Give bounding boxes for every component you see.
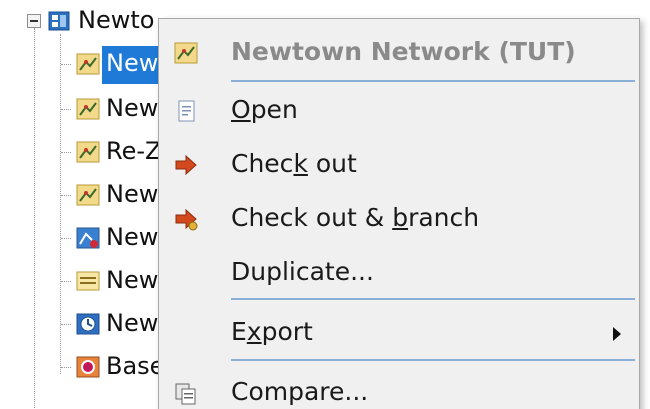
menu-header: Newtown Network (TUT): [159, 27, 639, 79]
tree-item-label: New: [106, 180, 159, 208]
menu-item-export[interactable]: Export: [159, 307, 639, 359]
tree-item-label: Base: [106, 352, 165, 380]
tree-connector: [34, 28, 35, 408]
tree-branch: [61, 238, 71, 239]
tree-branch: [61, 109, 71, 110]
screen: Newto New New Re-Z New New New New Base …: [0, 0, 650, 409]
tree-branch: [61, 367, 71, 368]
menu-item-label: Check out & branch: [231, 203, 480, 232]
context-menu: Newtown Network (TUT) Open Check out Che…: [158, 18, 640, 409]
collapse-toggle[interactable]: [27, 14, 41, 28]
menu-item-check-out[interactable]: Check out: [159, 139, 639, 191]
tree-item-label: New: [106, 223, 159, 251]
menu-separator: [231, 359, 635, 361]
compare-icon: [175, 383, 196, 405]
submenu-arrow-icon: [613, 327, 621, 341]
menu-item-compare[interactable]: Compare...: [159, 367, 639, 409]
menu-item-label: Compare...: [231, 377, 369, 406]
tree-branch: [61, 152, 71, 153]
tree-root-label[interactable]: Newto: [78, 6, 154, 34]
project-icon: [48, 11, 70, 31]
menu-item-label: Export: [231, 317, 313, 346]
scenario-icon: [76, 227, 100, 249]
menu-separator: [231, 298, 635, 300]
tree-item-label: New: [106, 309, 159, 337]
network-icon: [76, 53, 100, 75]
tree-branch: [61, 324, 71, 325]
network-icon: [76, 184, 100, 206]
tree-branch: [61, 195, 71, 196]
menu-header-label: Newtown Network (TUT): [231, 37, 576, 66]
tree-item-label: New: [106, 94, 159, 122]
timetable-icon: [76, 313, 100, 335]
tree-item-label: New: [106, 49, 159, 77]
network-icon: [76, 98, 100, 120]
list-icon: [76, 271, 100, 291]
menu-item-duplicate[interactable]: Duplicate...: [159, 247, 639, 299]
menu-item-check-out-branch[interactable]: Check out & branch: [159, 193, 639, 245]
network-icon: [76, 141, 100, 163]
menu-item-label: Check out: [231, 149, 357, 178]
menu-separator: [231, 80, 635, 82]
menu-item-open[interactable]: Open: [159, 85, 639, 137]
menu-item-label: Open: [231, 95, 298, 124]
tree-connector: [60, 34, 61, 374]
open-document-icon: [178, 100, 195, 122]
tree-branch: [61, 64, 71, 65]
menu-item-label: Duplicate...: [231, 257, 374, 286]
base-icon: [76, 356, 100, 378]
network-icon: [174, 42, 198, 64]
tree-item-label: New: [106, 266, 159, 294]
check-out-arrow-icon: [175, 154, 197, 176]
tree-item-label: Re-Z: [106, 137, 162, 165]
check-out-branch-icon: [175, 208, 198, 231]
tree-branch: [61, 281, 71, 282]
